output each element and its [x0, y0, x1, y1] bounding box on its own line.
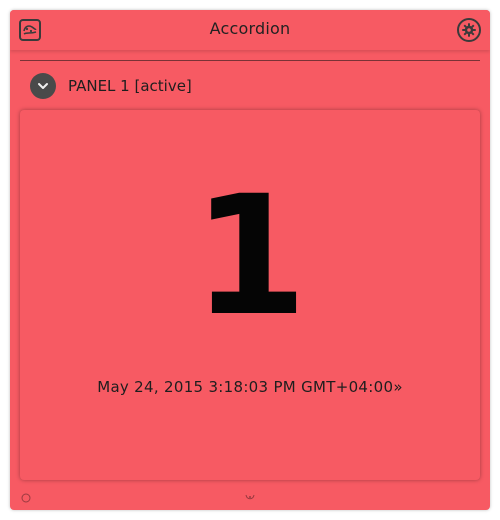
panel-timestamp: May 24, 2015 3:18:03 PM GMT+04:00»	[97, 378, 403, 396]
panel-content: 1 May 24, 2015 3:18:03 PM GMT+04:00»	[20, 110, 480, 480]
settings-button[interactable]	[457, 18, 481, 42]
gear-icon	[462, 23, 476, 37]
grab-handle-icon[interactable]	[244, 487, 256, 500]
panel-number: 1	[192, 160, 308, 352]
window-title: Accordion	[209, 19, 291, 38]
panel-label[interactable]: PANEL 1 [active]	[68, 73, 192, 99]
panel-toggle-button[interactable]	[30, 73, 56, 99]
circle-icon	[21, 488, 31, 503]
panel-header[interactable]: PANEL 1 [active]	[30, 73, 450, 99]
chevron-down-icon	[38, 83, 48, 89]
title-bar: Accordion	[10, 10, 490, 50]
accordion-window: Accordion PANEL 1 [active] 1 May 24, 201…	[10, 10, 490, 510]
header-divider	[20, 60, 480, 61]
